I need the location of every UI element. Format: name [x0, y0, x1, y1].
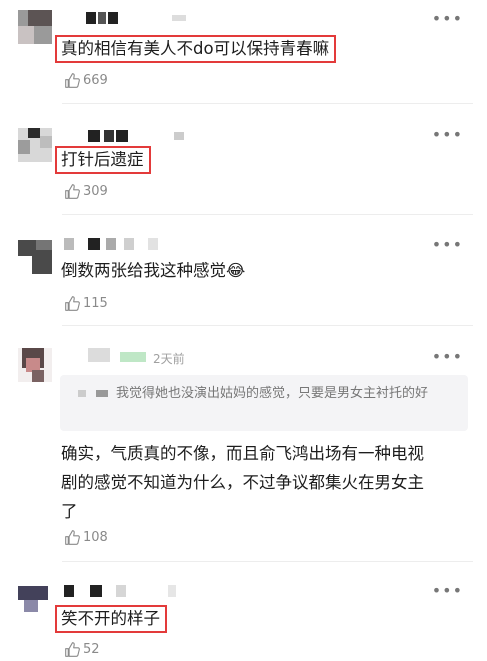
comment-body: 倒数两张给我这种感觉	[61, 261, 226, 280]
more-options-icon[interactable]: •••	[432, 11, 463, 27]
timestamp: 2天前	[153, 352, 185, 366]
like-count: 309	[83, 184, 108, 199]
comment-line: 剧的感觉不知道为什么，不过争议都集火在男女主	[61, 473, 424, 492]
avatar[interactable]	[18, 348, 52, 382]
comment-text: 倒数两张给我这种感觉😂	[61, 258, 245, 284]
avatar[interactable]	[18, 10, 52, 44]
divider	[62, 214, 473, 215]
like-button[interactable]: 669	[64, 72, 108, 89]
like-count: 669	[83, 73, 108, 88]
thumbs-up-icon	[65, 73, 80, 88]
divider	[62, 103, 473, 104]
comment-text: 真的相信有美人不do可以保持青春嘛	[55, 35, 337, 63]
like-button[interactable]: 108	[64, 529, 108, 546]
comment-line: 确实，气质真的不像，而且俞飞鸿出场有一种电视	[61, 444, 424, 463]
highlighted-text: 打针后遗症	[55, 146, 151, 174]
like-button[interactable]: 115	[64, 295, 108, 312]
more-options-icon[interactable]: •••	[432, 349, 463, 365]
avatar[interactable]	[18, 584, 52, 618]
highlighted-text: 真的相信有美人不do可以保持青春嘛	[55, 35, 337, 63]
like-count: 52	[83, 642, 100, 657]
comment-text: 笑不开的样子	[55, 605, 167, 633]
more-options-icon[interactable]: •••	[432, 127, 463, 143]
divider	[62, 561, 473, 562]
more-options-icon[interactable]: •••	[432, 237, 463, 253]
like-button[interactable]: 309	[64, 183, 108, 200]
quoted-username	[64, 389, 116, 399]
divider	[62, 325, 473, 326]
comment-text: 确实，气质真的不像，而且俞飞鸿出场有一种电视 剧的感觉不知道为什么，不过争议都集…	[61, 441, 424, 525]
quoted-body: 我觉得她也没演出姑妈的感觉，只要是男女主衬托的好	[116, 386, 429, 401]
avatar[interactable]	[18, 128, 52, 162]
comment-line: 了	[61, 502, 78, 521]
like-count: 108	[83, 530, 108, 545]
thumbs-up-icon	[65, 184, 80, 199]
laughing-emoji-icon: 😂	[226, 261, 246, 280]
comment-text: 打针后遗症	[55, 146, 151, 174]
like-button[interactable]: 52	[64, 641, 100, 658]
thumbs-up-icon	[65, 642, 80, 657]
more-options-icon[interactable]: •••	[432, 583, 463, 599]
avatar[interactable]	[18, 240, 52, 274]
thumbs-up-icon	[65, 530, 80, 545]
thumbs-up-icon	[65, 296, 80, 311]
highlighted-text: 笑不开的样子	[55, 605, 167, 633]
quoted-comment[interactable]: 我觉得她也没演出姑妈的感觉，只要是男女主衬托的好	[60, 375, 468, 431]
quoted-comment-text: 我觉得她也没演出姑妈的感觉，只要是男女主衬托的好	[64, 383, 456, 404]
like-count: 115	[83, 296, 108, 311]
